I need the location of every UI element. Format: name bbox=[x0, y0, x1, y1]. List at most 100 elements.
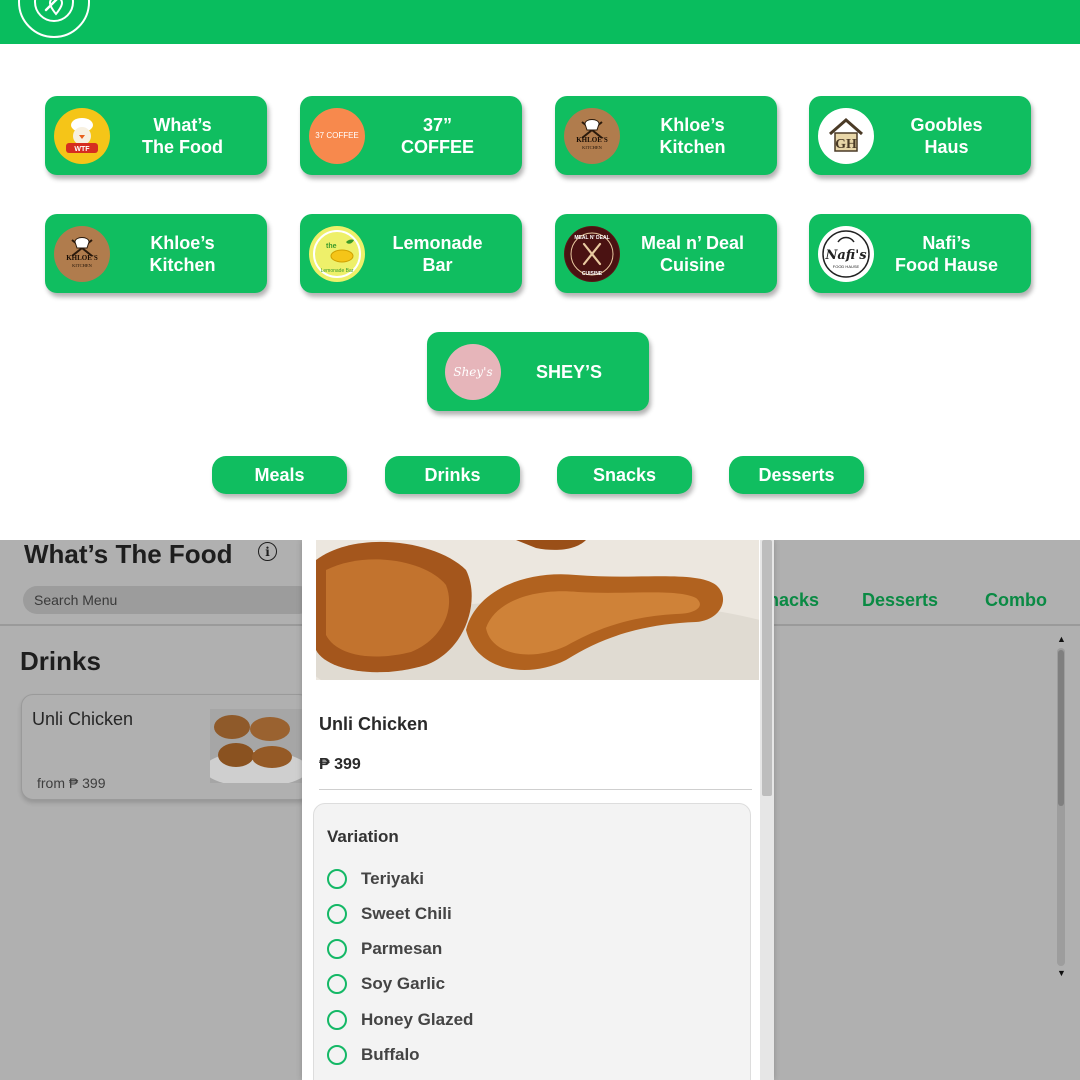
lemonade-bar-logo: the Lemonade Bar bbox=[309, 225, 365, 282]
sheys-logo-text: Shey's bbox=[453, 364, 493, 379]
variation-title: Variation bbox=[327, 827, 399, 846]
radio-button[interactable] bbox=[327, 974, 347, 994]
tab-snacks[interactable]: nacks bbox=[768, 590, 819, 611]
fried-chicken-photo bbox=[316, 540, 759, 680]
menu-item-thumbnail bbox=[210, 709, 302, 783]
store-button-meal-n-deal[interactable]: MEAL N' DEAL CUISINE Meal n’ Deal Cuisin… bbox=[555, 214, 777, 293]
radio-button[interactable] bbox=[327, 904, 347, 924]
search-placeholder: Search Menu bbox=[34, 592, 118, 608]
svg-text:Nafi's: Nafi's bbox=[824, 248, 867, 263]
chef-hat-crossed-utensils-icon: KHLOE'S KITCHEN bbox=[55, 226, 109, 281]
search-input[interactable]: Search Menu bbox=[23, 586, 313, 614]
variation-option-label: Parmesan bbox=[361, 939, 443, 958]
scroll-thumb[interactable] bbox=[1058, 650, 1064, 806]
khloes-kitchen-logo: KHLOE'S KITCHEN bbox=[54, 225, 110, 282]
fork-in-location-pin-icon bbox=[34, 0, 74, 22]
store-name: Goobles Haus bbox=[910, 114, 983, 157]
svg-text:the: the bbox=[326, 243, 337, 250]
store-button-goobles-haus[interactable]: GH Goobles Haus bbox=[809, 96, 1031, 175]
store-title: What’s The Food bbox=[24, 540, 233, 569]
variation-option-label: Honey Glazed bbox=[361, 1010, 474, 1029]
menu-item-name: Unli Chicken bbox=[32, 709, 134, 729]
modal-item-price: ₱ 399 bbox=[319, 756, 361, 773]
svg-text:KHLOE'S: KHLOE'S bbox=[576, 136, 608, 144]
item-photo bbox=[316, 540, 759, 680]
radio-button[interactable] bbox=[327, 1010, 347, 1030]
menu-item-card[interactable]: Unli Chicken from ₱ 399 bbox=[21, 694, 311, 800]
variation-option[interactable]: Sweet Chili bbox=[327, 903, 452, 925]
item-detail-modal: Unli Chicken ₱ 399 Variation Teriyaki Sw… bbox=[302, 540, 774, 1080]
tab-combo[interactable]: Combo bbox=[985, 590, 1047, 611]
store-name: Lemonade Bar bbox=[392, 232, 483, 275]
meal-n-deal-logo: MEAL N' DEAL CUISINE bbox=[564, 225, 620, 282]
store-button-khloes-kitchen[interactable]: KHLOE'S KITCHEN Khloe’s Kitchen bbox=[555, 96, 777, 175]
modal-item-title: Unli Chicken bbox=[319, 714, 429, 734]
store-name: Khloe’s Kitchen bbox=[149, 232, 216, 275]
37-coffee-logo: 37 COFFEE bbox=[309, 107, 365, 164]
variation-option-label: Teriyaki bbox=[361, 869, 425, 888]
variation-group: Variation Teriyaki Sweet Chili Parmesan … bbox=[313, 803, 751, 1080]
radio-button[interactable] bbox=[327, 939, 347, 959]
svg-text:WTF: WTF bbox=[74, 146, 90, 153]
store-button-khloes-kitchen-2[interactable]: KHLOE'S KITCHEN Khloe’s Kitchen bbox=[45, 214, 267, 293]
scroll-up-arrow-icon[interactable]: ▲ bbox=[1057, 634, 1066, 644]
svg-text:Lemonade Bar: Lemonade Bar bbox=[321, 268, 354, 274]
lemon-slice-icon: the Lemonade Bar bbox=[310, 226, 364, 281]
store-name: Meal n’ Deal Cuisine bbox=[640, 232, 745, 275]
variation-option-label: Soy Garlic bbox=[361, 974, 446, 993]
crossed-utensils-icon: MEAL N' DEAL CUISINE bbox=[565, 226, 619, 281]
store-button-sheys[interactable]: Shey's SHEY’S bbox=[427, 332, 649, 411]
section-title: Drinks bbox=[20, 646, 101, 676]
store-button-lemonade-bar[interactable]: the Lemonade Bar Lemonade Bar bbox=[300, 214, 522, 293]
svg-text:KITCHEN: KITCHEN bbox=[582, 145, 602, 150]
37-coffee-logo-text: 37 COFFEE bbox=[315, 131, 359, 140]
khloes-kitchen-logo: KHLOE'S KITCHEN bbox=[564, 107, 620, 164]
scroll-down-arrow-icon[interactable]: ▼ bbox=[1057, 968, 1066, 978]
store-name: SHEY’S bbox=[535, 361, 603, 382]
category-button-snacks[interactable]: Snacks bbox=[557, 456, 692, 494]
store-button-nafis-food-hause[interactable]: Nafi's FOOD HAUSE Nafi’s Food Hause bbox=[809, 214, 1031, 293]
category-button-drinks[interactable]: Drinks bbox=[385, 456, 520, 494]
store-menu-screen: What’s The Food i Search Menu nacks Dess… bbox=[0, 540, 1080, 1080]
screen: WTF What’s The Food 37 COFFEE 37” COFFEE… bbox=[0, 0, 1080, 1080]
script-badge-icon: Nafi's FOOD HAUSE bbox=[819, 226, 873, 281]
fried-chicken-image bbox=[210, 709, 302, 783]
app-logo[interactable] bbox=[18, 0, 90, 38]
store-button-whats-the-food[interactable]: WTF What’s The Food bbox=[45, 96, 267, 175]
top-app-bar bbox=[0, 0, 1080, 44]
store-name: Khloe’s Kitchen bbox=[659, 114, 726, 157]
variation-option[interactable]: Honey Glazed bbox=[327, 1009, 473, 1031]
modal-scrollbar[interactable] bbox=[760, 540, 774, 1080]
goobles-haus-logo: GH bbox=[818, 107, 874, 164]
store-button-37-coffee[interactable]: 37 COFFEE 37” COFFEE bbox=[300, 96, 522, 175]
svg-text:KHLOE'S: KHLOE'S bbox=[66, 254, 98, 262]
svg-text:CUISINE: CUISINE bbox=[582, 271, 603, 277]
nafis-food-hause-logo: Nafi's FOOD HAUSE bbox=[818, 225, 874, 282]
radio-button[interactable] bbox=[327, 869, 347, 889]
variation-option[interactable]: Buffalo bbox=[327, 1044, 420, 1066]
svg-text:GH: GH bbox=[835, 137, 857, 152]
variation-option[interactable]: Soy Garlic bbox=[327, 973, 445, 995]
category-button-meals[interactable]: Meals bbox=[212, 456, 347, 494]
house-monogram-icon: GH bbox=[819, 108, 873, 163]
store-name: 37” COFFEE bbox=[400, 114, 474, 157]
category-button-desserts[interactable]: Desserts bbox=[729, 456, 864, 494]
whats-the-food-logo: WTF bbox=[54, 107, 110, 164]
modal-divider bbox=[319, 789, 752, 790]
variation-option[interactable]: Teriyaki bbox=[327, 868, 424, 890]
page-scrollbar[interactable]: ▲ ▼ bbox=[1056, 634, 1066, 980]
variation-option-label: Sweet Chili bbox=[361, 904, 452, 923]
store-name: Nafi’s Food Hause bbox=[894, 232, 998, 275]
info-icon[interactable]: i bbox=[258, 542, 277, 561]
modal-scroll-thumb[interactable] bbox=[762, 540, 772, 796]
variation-option-label: Buffalo bbox=[361, 1045, 420, 1064]
variation-option[interactable]: Parmesan bbox=[327, 938, 442, 960]
store-name: What’s The Food bbox=[142, 114, 223, 157]
svg-text:FOOD HAUSE: FOOD HAUSE bbox=[833, 264, 860, 269]
sheys-logo: Shey's bbox=[445, 343, 501, 400]
radio-button[interactable] bbox=[327, 1045, 347, 1065]
chef-rooster-icon: WTF bbox=[55, 108, 109, 163]
tab-desserts[interactable]: Desserts bbox=[862, 590, 938, 611]
chef-hat-crossed-utensils-icon: KHLOE'S KITCHEN bbox=[565, 108, 619, 163]
menu-item-price: from ₱ 399 bbox=[37, 775, 106, 791]
